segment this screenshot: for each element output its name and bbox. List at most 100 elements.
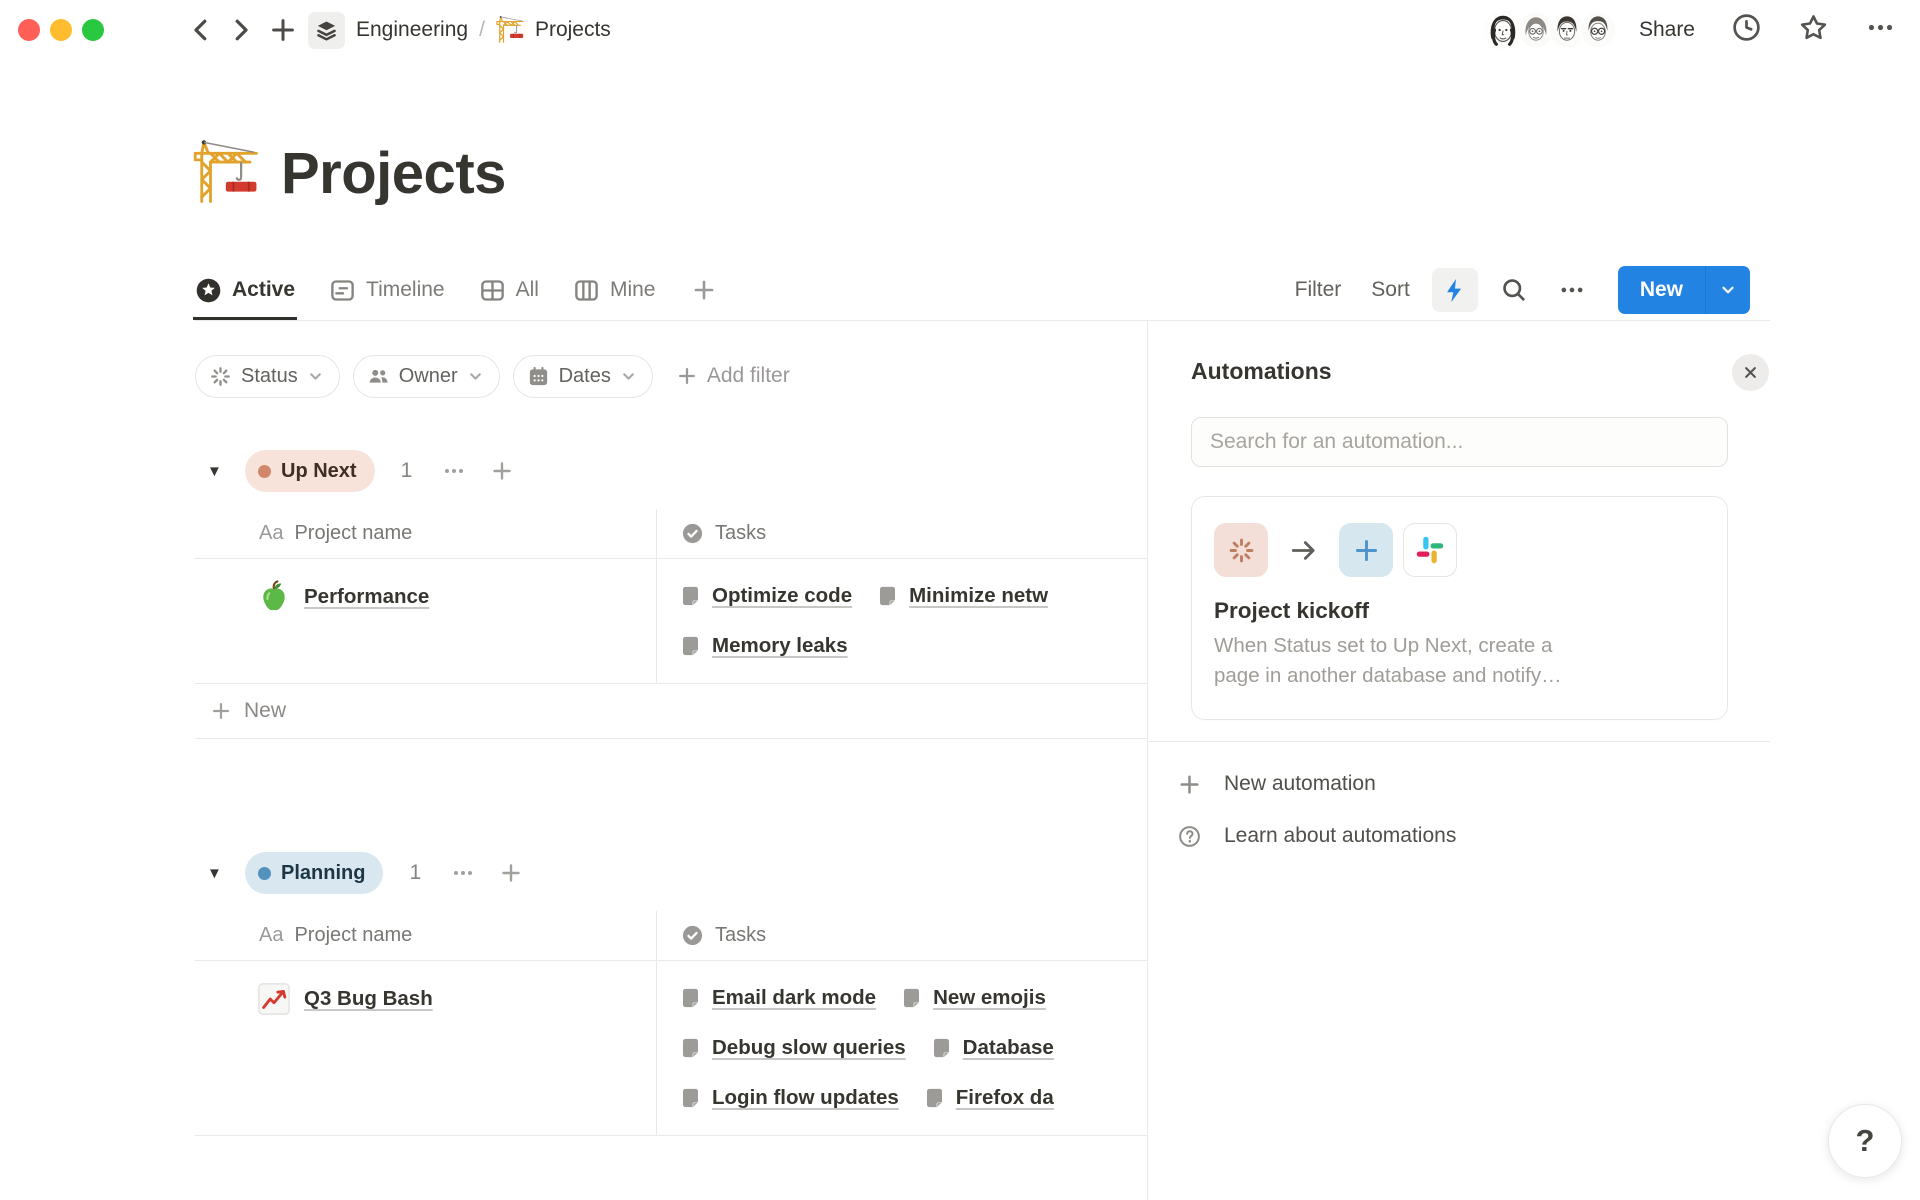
tab-timeline[interactable]: Timeline [327,260,447,320]
breadcrumb-page[interactable]: Projects [496,15,611,45]
new-button-caret[interactable] [1705,266,1750,314]
new-page-button[interactable] [268,15,298,45]
column-header-tasks[interactable]: Tasks [656,911,1147,960]
window-titlebar: Engineering / Projects Share [0,0,1920,60]
window-close-button[interactable] [18,19,40,41]
crane-page-icon[interactable] [193,138,263,208]
breadcrumb: Engineering / Projects [356,15,611,45]
task-link[interactable]: Database [932,1036,1054,1060]
status-dot [258,867,271,880]
tab-label: Timeline [366,278,445,302]
views-bar: Active Timeline All Mine Filter Sort [195,260,1770,321]
chevron-down-icon [307,368,324,385]
project-name-cell[interactable]: Performance [195,559,656,683]
share-button[interactable]: Share [1639,18,1695,42]
add-filter-label: Add filter [707,364,790,388]
help-button[interactable]: ? [1828,1104,1902,1178]
breadcrumb-workspace[interactable]: Engineering [356,18,468,42]
crane-icon [496,15,526,45]
menu-item-label: Learn about automations [1224,824,1456,848]
close-panel-button[interactable] [1732,354,1769,391]
page-icon [681,635,700,657]
task-link[interactable]: Minimize netw [878,584,1048,608]
check-circle-icon [681,924,704,947]
people-icon [367,365,390,388]
automation-card[interactable]: Project kickoff When Status set to Up Ne… [1191,496,1728,720]
nav-back-button[interactable] [186,15,216,45]
project-name-cell[interactable]: Q3 Bug Bash [195,961,656,1135]
learn-about-automations-button[interactable]: Learn about automations [1148,810,1920,862]
status-trigger-icon [1214,523,1268,577]
task-link[interactable]: Memory leaks [681,634,848,658]
nav-forward-button[interactable] [226,15,256,45]
group-collapse-toggle[interactable]: ▼ [207,865,227,882]
filter-chip-dates[interactable]: Dates [513,355,653,398]
add-filter-button[interactable]: Add filter [676,364,790,388]
column-header-tasks[interactable]: Tasks [656,509,1147,558]
task-link[interactable]: Login flow updates [681,1086,899,1110]
status-dot [258,465,271,478]
column-header-project-name[interactable]: Aa Project name [195,509,656,558]
avatar[interactable] [1482,9,1524,51]
avatar[interactable] [1579,11,1617,49]
group-name: Planning [281,862,365,885]
sidebar-toggle-button[interactable] [126,17,160,43]
group-collapse-toggle[interactable]: ▼ [207,463,227,480]
search-icon[interactable] [1492,272,1536,308]
window-zoom-button[interactable] [82,19,104,41]
automations-panel-header: Automations [1191,358,1920,388]
automations-bolt-button[interactable] [1432,268,1478,312]
favorite-star-icon[interactable] [1798,12,1829,48]
group-status-pill[interactable]: Planning [245,852,383,894]
tab-all[interactable]: All [477,260,541,320]
tab-active[interactable]: Active [193,260,297,320]
task-link[interactable]: Optimize code [681,584,852,608]
sort-button[interactable]: Sort [1363,272,1418,308]
tab-label: All [516,278,539,302]
close-icon [1740,362,1761,383]
more-options-icon[interactable] [1865,12,1896,48]
group-add-icon[interactable] [490,459,514,483]
add-view-button[interactable] [687,260,721,320]
page-icon [878,585,897,607]
workspace-icon[interactable] [308,12,345,49]
new-button[interactable]: New [1618,266,1750,314]
chart-increasing-icon [257,982,291,1016]
task-link[interactable]: Debug slow queries [681,1036,906,1060]
chip-label: Owner [399,365,458,388]
task-link[interactable]: Email dark mode [681,986,876,1010]
filter-button[interactable]: Filter [1287,272,1350,308]
filter-chip-status[interactable]: Status [195,355,340,398]
collaborator-avatars[interactable] [1482,9,1617,51]
new-row-button[interactable]: New [195,684,1147,739]
star-view-icon [195,277,222,304]
check-circle-icon [681,522,704,545]
group-status-pill[interactable]: Up Next [245,450,375,492]
table-view-icon [479,277,506,304]
group-more-icon[interactable] [442,459,466,483]
group-add-icon[interactable] [499,861,523,885]
page-title: Projects [281,140,506,207]
automation-description-line: When Status set to Up Next, create a [1214,631,1703,661]
automation-title: Project kickoff [1214,598,1703,624]
tab-mine[interactable]: Mine [571,260,658,320]
chip-label: Status [241,365,298,388]
filter-chip-owner[interactable]: Owner [353,355,500,398]
view-more-icon[interactable] [1550,272,1594,308]
automation-search-input[interactable] [1191,417,1728,467]
project-link[interactable]: Q3 Bug Bash [304,987,433,1011]
task-link[interactable]: New emojis [902,986,1046,1010]
window-minimize-button[interactable] [50,19,72,41]
task-link[interactable]: Firefox da [925,1086,1054,1110]
group-more-icon[interactable] [451,861,475,885]
tasks-cell[interactable]: Optimize code Minimize netw Memory leaks [656,559,1147,683]
board-view-icon [573,277,600,304]
column-header-project-name[interactable]: Aa Project name [195,911,656,960]
tasks-cell[interactable]: Email dark mode New emojis Debug slow qu… [656,961,1147,1135]
new-automation-button[interactable]: New automation [1148,758,1920,810]
group-count: 1 [401,459,413,483]
group-name: Up Next [281,460,357,483]
updates-clock-icon[interactable] [1731,12,1762,48]
page-icon [925,1087,944,1109]
project-link[interactable]: Performance [304,585,429,609]
